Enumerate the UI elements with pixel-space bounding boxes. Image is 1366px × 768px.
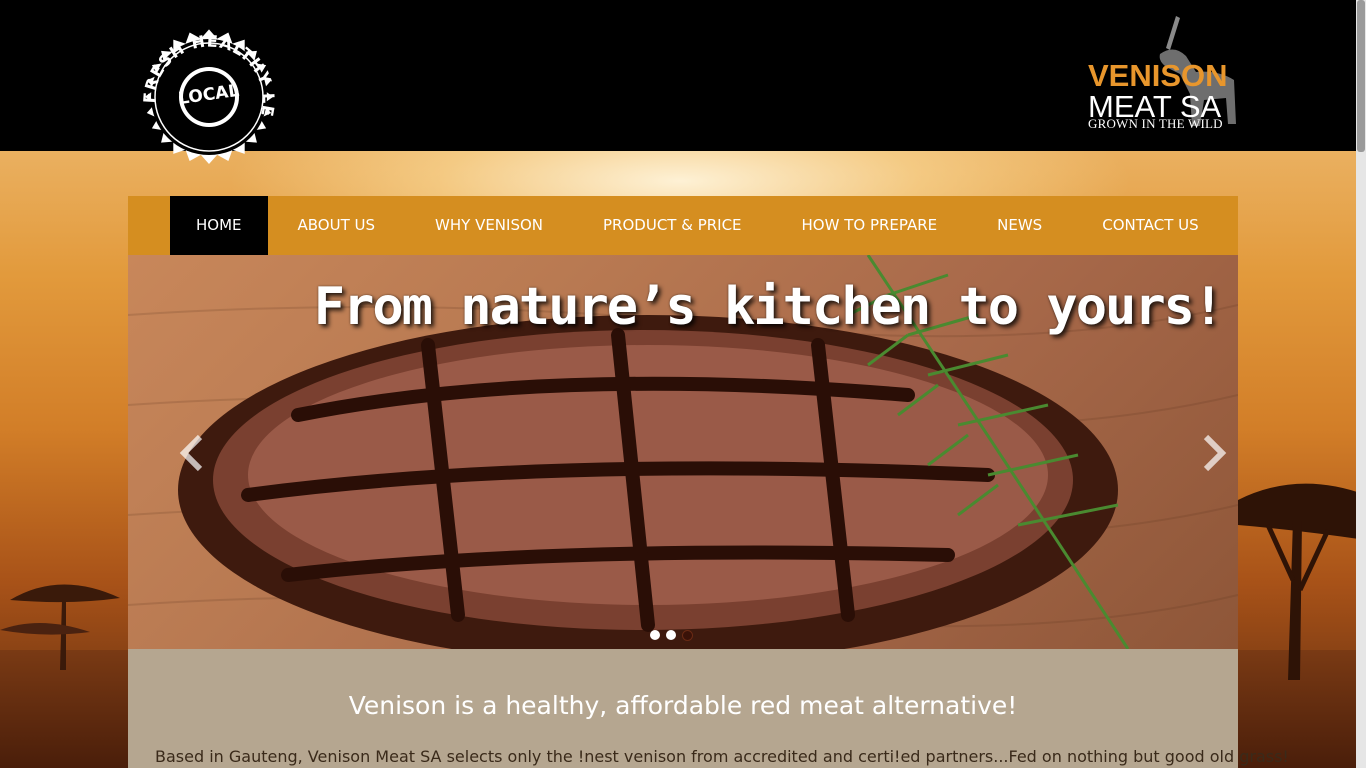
nav-item-how-to-prepare[interactable]: HOW TO PREPARE [772, 196, 968, 255]
brand-tagline: GROWN IN THE WILD [1088, 116, 1223, 131]
hero-slider: From nature’s kitchen to yours! [128, 255, 1238, 649]
brand-line-1: VENISON [1088, 58, 1228, 93]
nav-item-news[interactable]: NEWS [967, 196, 1072, 255]
intro-paragraph: Based in Gauteng, Venison Meat SA select… [155, 747, 1289, 766]
nav-item-product-price[interactable]: PRODUCT & PRICE [573, 196, 772, 255]
nav-item-home[interactable]: HOME [170, 196, 268, 255]
intro-section: Venison is a healthy, affordable red mea… [128, 649, 1289, 768]
scrollbar-thumb[interactable] [1357, 0, 1365, 152]
fresh-healthy-local-badge-logo[interactable]: LOCAL FRESH HEALTHY LEAN TASTY [128, 16, 290, 178]
hero-headline: From nature’s kitchen to yours! [313, 277, 1225, 337]
nav-item-contact-us[interactable]: CONTACT US [1072, 196, 1228, 255]
acacia-tree-left [0, 584, 120, 670]
slider-pagination [650, 630, 693, 641]
slider-dot-2[interactable] [666, 630, 676, 640]
intro-heading: Venison is a healthy, affordable red mea… [348, 691, 1018, 720]
chevron-right-icon[interactable] [1200, 433, 1230, 473]
slider-dot-3[interactable] [682, 630, 693, 641]
page-scrollbar[interactable] [1356, 0, 1366, 768]
acacia-tree-right [1238, 483, 1366, 680]
venison-meat-sa-logo[interactable]: VENISON MEAT SA GROWN IN THE WILD [1086, 14, 1238, 134]
nav-item-why-venison[interactable]: WHY VENISON [405, 196, 573, 255]
chevron-left-icon[interactable] [176, 433, 206, 473]
site-header: LOCAL FRESH HEALTHY LEAN TASTY VENISON M… [0, 0, 1366, 165]
slider-dot-1[interactable] [650, 630, 660, 640]
main-navigation: HOME ABOUT US WHY VENISON PRODUCT & PRIC… [128, 196, 1238, 255]
nav-item-about-us[interactable]: ABOUT US [268, 196, 406, 255]
